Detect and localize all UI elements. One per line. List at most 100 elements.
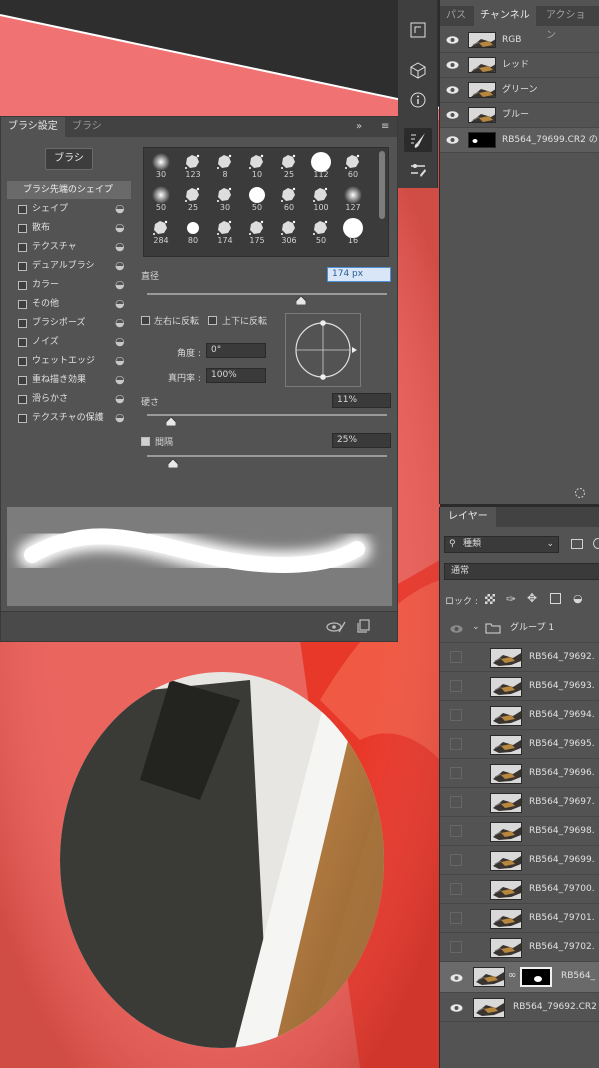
spacing-field[interactable]: 25% [332,433,391,448]
layer-row[interactable]: RB564_79702. [440,933,599,962]
checkbox[interactable] [18,281,27,290]
visibility-toggle[interactable] [450,680,462,692]
lock-icon[interactable]: ◒ [115,374,125,386]
diameter-field[interactable]: 174 px [327,267,391,282]
toggle-preview-icon[interactable] [326,620,346,634]
info-icon[interactable] [404,88,432,112]
spacing-slider-thumb[interactable] [168,459,178,468]
option-wet-edges[interactable]: ウェットエッジ ◒ [7,352,131,371]
layer-row[interactable]: RB564_79696. [440,759,599,788]
visibility-toggle[interactable] [450,767,462,779]
lock-icon[interactable]: ◒ [115,355,125,367]
brush-preset[interactable]: 30 [210,183,240,213]
lock-icon[interactable]: ◒ [115,260,125,272]
blend-mode-select[interactable]: 通常 [444,563,599,580]
layer-row[interactable]: RB564_79699. [440,846,599,875]
lock-all-icon[interactable]: ◒ [573,592,583,605]
eye-icon[interactable] [450,973,463,983]
selected-layer-row[interactable]: ∞ RB564_ [440,962,599,993]
preset-scrollbar[interactable] [379,151,385,219]
option-protect-texture[interactable]: テクスチャの保護 ◒ [7,409,131,428]
spacing-checkbox[interactable] [141,437,150,446]
option-dual-brush[interactable]: デュアルブラシ ◒ [7,257,131,276]
brush-preset[interactable]: 127 [338,183,368,213]
new-brush-icon[interactable] [357,619,371,633]
brush-preset[interactable]: 284 [146,216,176,246]
checkbox[interactable] [18,395,27,404]
checkbox[interactable] [18,224,27,233]
visibility-toggle[interactable] [450,796,462,808]
lock-icon[interactable]: ◒ [115,203,125,215]
layer-row[interactable]: RB564_79695. [440,730,599,759]
brushes-button[interactable]: ブラシ [45,148,93,170]
lock-icon[interactable]: ◒ [115,336,125,348]
checkbox[interactable] [18,300,27,309]
eye-icon[interactable] [450,624,463,634]
eye-icon[interactable] [446,60,459,70]
visibility-toggle[interactable] [450,825,462,837]
adjustment-filter-icon[interactable] [593,538,599,549]
checkbox[interactable] [18,414,27,423]
option-texture[interactable]: テクスチャ ◒ [7,238,131,257]
eye-icon[interactable] [446,85,459,95]
lock-icon[interactable]: ◒ [115,279,125,291]
checkbox[interactable] [18,243,27,252]
diameter-slider-thumb[interactable] [296,296,306,305]
chevron-down-icon[interactable]: ⌄ [472,622,480,632]
eye-icon[interactable] [446,135,459,145]
visibility-toggle[interactable] [450,883,462,895]
brush-preset[interactable]: 10 [242,150,272,180]
brush-preset[interactable]: 112 [306,150,336,180]
lock-move-icon[interactable]: ✥ [527,591,537,605]
brush-settings-icon[interactable] [404,128,432,152]
brush-preset[interactable]: 8 [210,150,240,180]
checkbox[interactable] [18,205,27,214]
option-transfer[interactable]: その他 ◒ [7,295,131,314]
brush-preset[interactable]: 80 [178,216,208,246]
hardness-field[interactable]: 11% [332,393,391,408]
visibility-toggle[interactable] [450,941,462,953]
brush-tip-shape-item[interactable]: ブラシ先端のシェイプ [7,181,131,199]
eye-icon[interactable] [446,35,459,45]
brush-preset[interactable]: 16 [338,216,368,246]
flip-y-checkbox[interactable] [208,316,217,325]
tab-brushes[interactable]: ブラシ [65,117,109,137]
channel-row[interactable]: ブルー [440,103,599,128]
tab-channels[interactable]: チャンネル [474,6,536,26]
brush-preset[interactable]: 50 [146,183,176,213]
angle-roundness-widget[interactable] [285,313,361,387]
lock-icon[interactable]: ◒ [115,393,125,405]
brush-preset[interactable]: 50 [306,216,336,246]
brush-preset[interactable]: 25 [274,150,304,180]
visibility-toggle[interactable] [450,651,462,663]
brush-presets-icon[interactable] [404,158,432,182]
panel-menu-icon[interactable]: ≡ [381,117,389,137]
image-filter-icon[interactable] [571,539,583,549]
3d-cube-icon[interactable] [404,58,432,82]
angle-circle-icon[interactable] [286,314,362,388]
lock-artboard-icon[interactable] [550,593,561,604]
channel-row[interactable]: RGB [440,28,599,53]
layer-row[interactable]: RB564_79693. [440,672,599,701]
layer-mask-thumbnail[interactable] [520,967,552,987]
checkbox[interactable] [18,376,27,385]
channel-row[interactable]: グリーン [440,78,599,103]
option-brush-pose[interactable]: ブラシポーズ ◒ [7,314,131,333]
checkbox[interactable] [18,319,27,328]
brush-preset[interactable]: 175 [242,216,272,246]
roundness-field[interactable]: 100% [206,368,266,383]
tab-layers[interactable]: レイヤー [440,507,496,527]
visibility-toggle[interactable] [450,854,462,866]
eye-icon[interactable] [450,1003,463,1013]
lock-icon[interactable]: ◒ [115,298,125,310]
layer-row[interactable]: RB564_79701. [440,904,599,933]
lock-icon[interactable]: ◒ [115,317,125,329]
layer-row[interactable]: RB564_79694. [440,701,599,730]
brush-preset[interactable]: 50 [242,183,272,213]
lock-icon[interactable]: ◒ [115,412,125,424]
tab-actions[interactable]: アクション [540,6,599,41]
layer-row[interactable]: RB564_79692. [440,643,599,672]
spacing-slider-track[interactable] [147,455,387,457]
channel-row[interactable]: レッド [440,53,599,78]
option-noise[interactable]: ノイズ ◒ [7,333,131,352]
